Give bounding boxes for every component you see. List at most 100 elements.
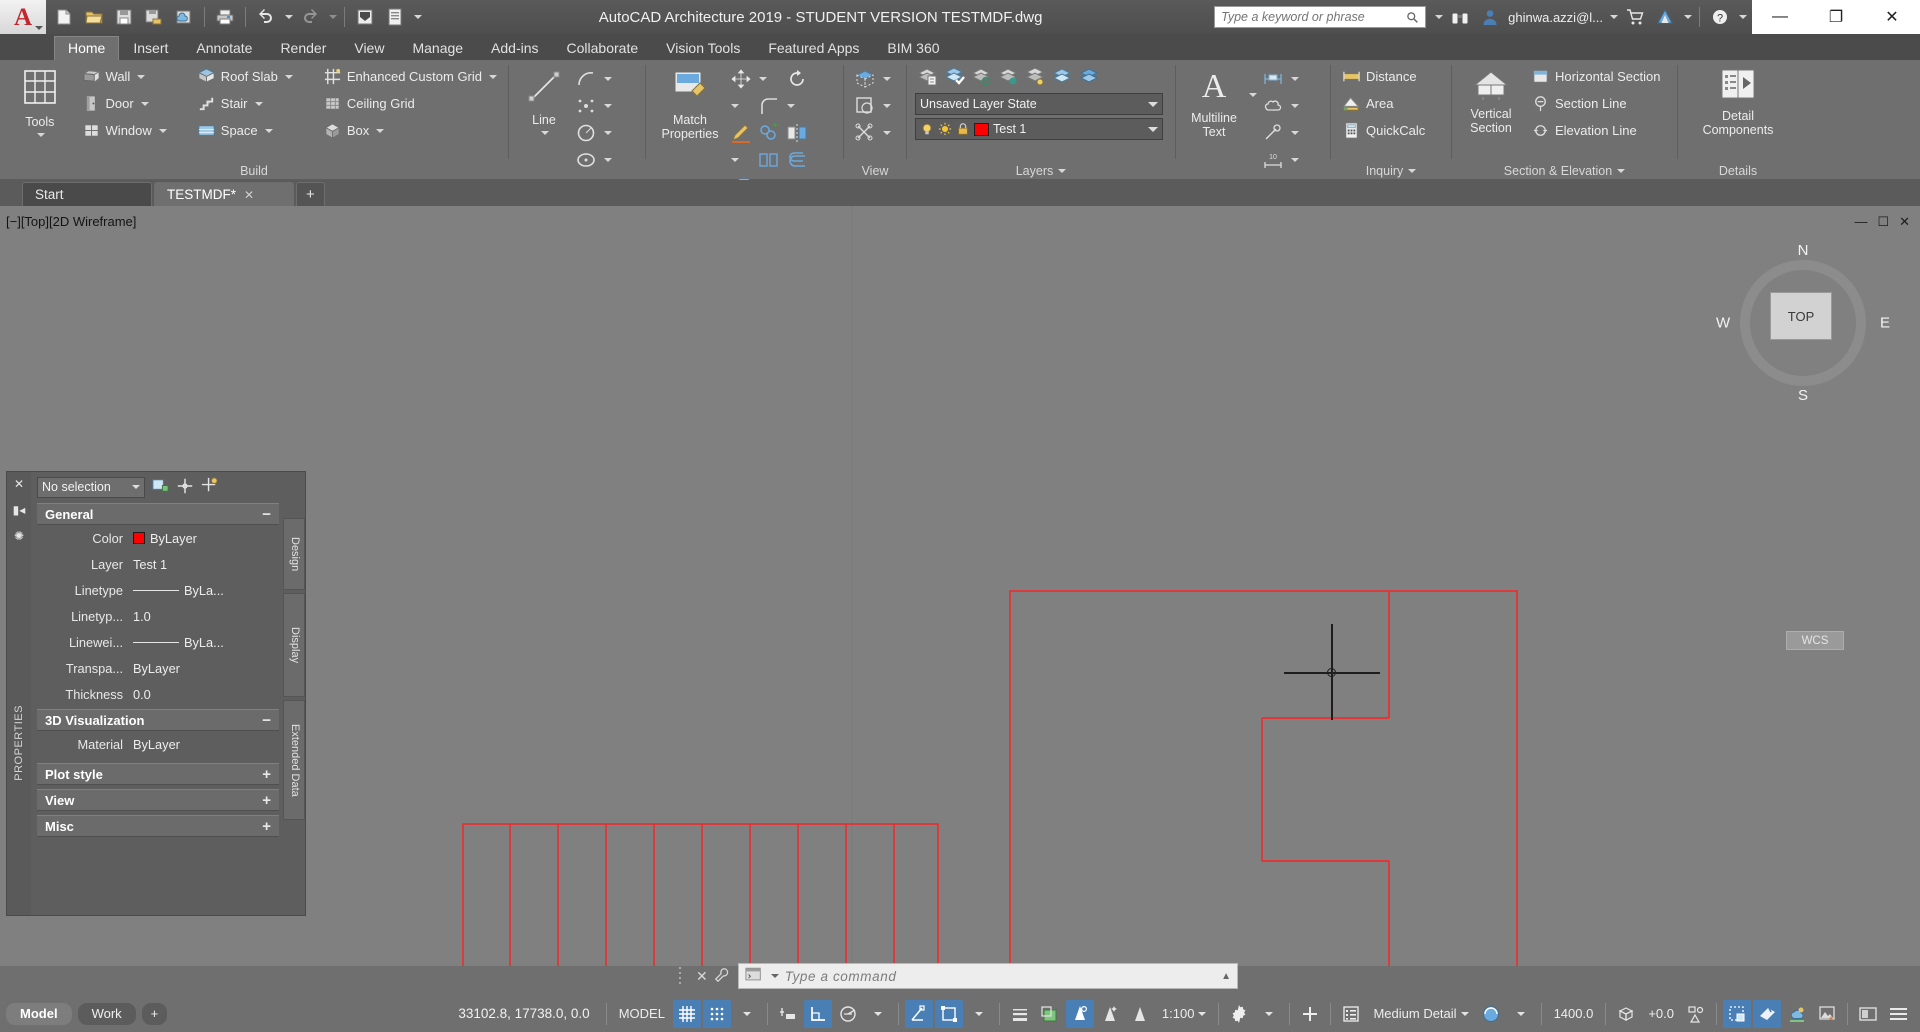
annotation-scale-button[interactable]: 1:100 (1156, 1006, 1213, 1021)
snap-mode-toggle[interactable] (702, 999, 731, 1028)
ellipse-icon[interactable] (573, 147, 599, 173)
chevron-down-icon[interactable] (770, 974, 779, 978)
properties-menu-icon[interactable]: ✺ (14, 529, 24, 543)
help-dropdown[interactable] (1736, 4, 1748, 30)
cloud-save-icon[interactable] (170, 4, 198, 30)
leader-icon[interactable] (1260, 120, 1286, 146)
layout-tab-add-button[interactable]: + (141, 1002, 168, 1025)
quick-select-filter-icon[interactable] (200, 476, 219, 498)
print-icon[interactable] (211, 4, 239, 30)
wcs-selector[interactable]: WCS (1786, 631, 1844, 650)
properties-group-3d-visualization[interactable]: 3D Visualization − (37, 709, 279, 731)
dimension-style-dropdown[interactable] (1288, 147, 1300, 173)
object-snap-toggle[interactable] (904, 999, 933, 1028)
circle-icon[interactable] (573, 120, 599, 146)
help-icon[interactable]: ? (1706, 4, 1734, 30)
move-icon[interactable] (728, 66, 754, 92)
clean-screen-icon[interactable] (1854, 1000, 1882, 1028)
view-cube-top-face[interactable]: TOP (1770, 292, 1832, 340)
pencil-edit-icon[interactable] (728, 120, 754, 146)
expand-icon[interactable]: + (262, 793, 271, 808)
array-icon[interactable] (756, 147, 782, 173)
layer-state-combo[interactable]: Unsaved Layer State (915, 93, 1163, 115)
layout-tab-work[interactable]: Work (77, 1002, 136, 1025)
application-menu-button[interactable]: A (0, 0, 46, 34)
polar-tracking-toggle[interactable] (834, 1000, 862, 1028)
close-icon[interactable]: ✕ (244, 188, 254, 202)
user-account-label[interactable]: ghinwa.azzi@l... (1508, 10, 1603, 25)
current-layer-combo[interactable]: Test 1 (915, 118, 1163, 140)
area-button[interactable]: Area (1339, 91, 1428, 116)
ribbon-tab-insert[interactable]: Insert (119, 36, 182, 60)
expand-icon[interactable]: + (262, 767, 271, 782)
sun-icon[interactable] (938, 122, 952, 136)
property-row-color[interactable]: Color ByLayer (37, 525, 279, 551)
properties-tab-design[interactable]: Design (283, 518, 305, 590)
move-points-dropdown[interactable] (601, 93, 613, 119)
selection-cycling-toggle[interactable] (1065, 999, 1094, 1028)
keyword-search-box[interactable] (1214, 6, 1427, 28)
clip-dropdown[interactable] (880, 93, 892, 119)
annotation-visibility-toggle[interactable] (1096, 1000, 1124, 1028)
horizontal-section-button[interactable]: Horizontal Section (1528, 64, 1664, 89)
properties-group-misc[interactable]: Misc + (37, 815, 279, 837)
stair-button[interactable]: Stair (194, 91, 296, 116)
detail-level-icon[interactable] (1337, 1000, 1365, 1028)
ribbon-tab-annotate[interactable]: Annotate (182, 36, 266, 60)
isolate-toggle[interactable] (1723, 999, 1751, 1028)
workspace-dropdown[interactable] (1255, 1000, 1283, 1028)
autoscale-toggle[interactable] (1126, 1000, 1154, 1028)
panel-section-title[interactable]: Section & Elevation (1454, 162, 1675, 179)
enhanced-custom-grid-button[interactable]: Enhanced Custom Grid (320, 64, 500, 89)
new-file-icon[interactable] (50, 4, 78, 30)
doc-tab-start[interactable]: Start (22, 182, 152, 206)
wall-button[interactable]: Wall (79, 64, 170, 89)
save-icon[interactable] (110, 4, 138, 30)
autohide-icon[interactable]: ▮◂ (13, 503, 26, 517)
view-cube-north-label[interactable]: N (1798, 242, 1809, 259)
transparency-toggle[interactable] (1036, 1000, 1064, 1028)
ribbon-tab-view[interactable]: View (340, 36, 398, 60)
door-button[interactable]: Door (79, 91, 170, 116)
coordinates-display[interactable]: 33102.8, 17738.0, 0.0 (448, 1006, 599, 1021)
layer-match-icon[interactable] (969, 63, 995, 89)
quickcalc-button[interactable]: QuickCalc (1339, 118, 1428, 143)
open-file-icon[interactable] (80, 4, 108, 30)
workspace-gear-icon[interactable] (1225, 1000, 1253, 1028)
customization-menu-icon[interactable] (1884, 1000, 1912, 1028)
select-objects-icon[interactable] (176, 477, 194, 498)
command-history-icon[interactable] (745, 967, 763, 985)
copy-icon[interactable] (756, 120, 782, 146)
vertical-section-button[interactable]: Vertical Section (1460, 64, 1522, 135)
roof-slab-button[interactable]: Roof Slab (194, 64, 296, 89)
layer-isolate-icon[interactable] (1023, 63, 1049, 89)
dimension-icon[interactable] (1260, 66, 1286, 92)
dimension-dropdown[interactable] (1288, 66, 1300, 92)
revision-cloud-icon[interactable] (1260, 93, 1286, 119)
cut-plane-icon[interactable] (1612, 1000, 1640, 1028)
property-row-material[interactable]: Material ByLayer (37, 731, 279, 757)
properties-tab-extended-data[interactable]: Extended Data (283, 700, 305, 820)
multiline-text-dropdown[interactable] (1246, 64, 1258, 126)
mirror-icon[interactable] (784, 120, 810, 146)
view-cube-south-label[interactable]: S (1798, 387, 1808, 404)
layer-properties-icon[interactable] (915, 63, 941, 89)
property-row-linetype-scale[interactable]: Linetyp... 1.0 (37, 603, 279, 629)
rotate-icon[interactable] (784, 66, 810, 92)
isolate-objects-dropdown[interactable] (880, 120, 892, 146)
qat-customize-dropdown[interactable] (411, 4, 423, 30)
ribbon-tab-home[interactable]: Home (54, 36, 120, 60)
search-dropdown[interactable] (1432, 4, 1444, 30)
dimension-style-icon[interactable]: 10 (1260, 147, 1286, 173)
selection-combo[interactable]: No selection (37, 476, 145, 498)
leader-dropdown[interactable] (1288, 120, 1300, 146)
property-row-linetype[interactable]: Linetype ByLa... (37, 577, 279, 603)
rotate-dropdown[interactable] (728, 93, 740, 119)
minimize-button[interactable]: — (1752, 0, 1808, 34)
distance-button[interactable]: Distance (1339, 64, 1428, 89)
binoculars-icon[interactable] (1446, 4, 1474, 30)
move-points-icon[interactable] (573, 93, 599, 119)
property-row-layer[interactable]: Layer Test 1 (37, 551, 279, 577)
cut-plane-display[interactable]: +0.0 (1642, 1006, 1680, 1021)
search-input[interactable] (1221, 10, 1405, 24)
